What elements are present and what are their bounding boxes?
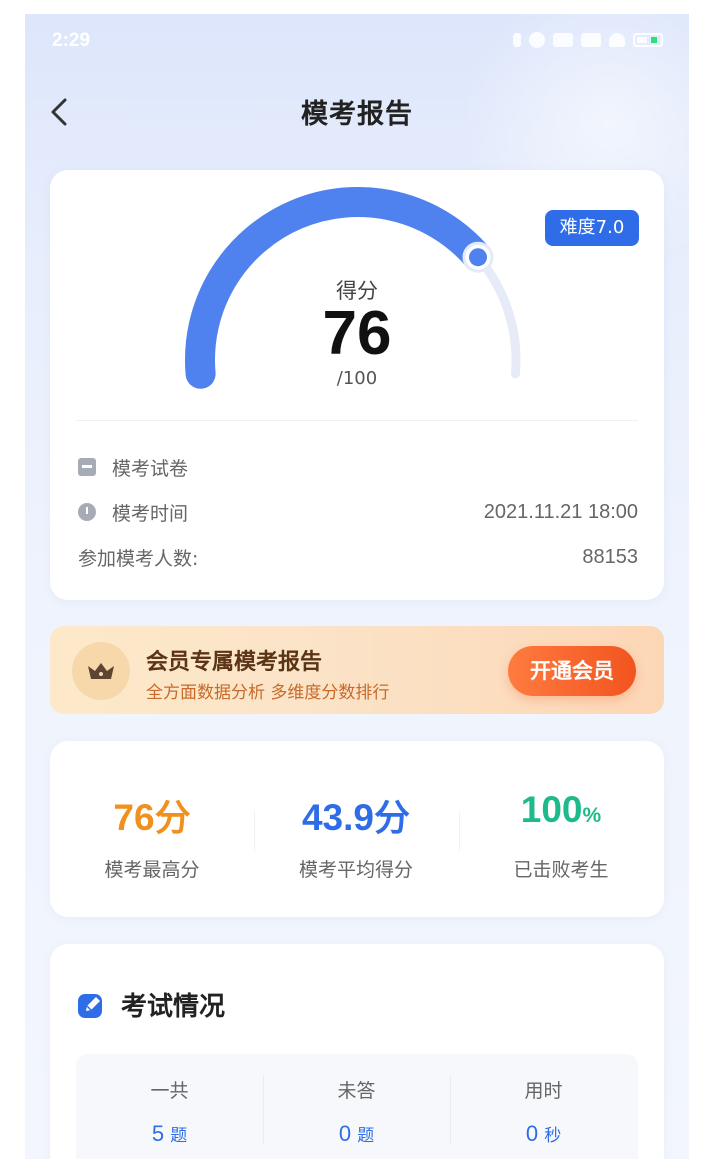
score-total: /100 bbox=[336, 368, 378, 389]
vip-subtitle: 全方面数据分析 多维度分数排行 bbox=[146, 683, 390, 703]
vip-title: 会员专属模考报告 bbox=[146, 650, 323, 675]
page-title: 模考报告 bbox=[301, 99, 413, 130]
signal-icon bbox=[581, 33, 601, 47]
stat-highest: 76分 模考最高分 bbox=[50, 789, 254, 882]
signal-icon bbox=[553, 33, 573, 47]
phone-screen: 2:29 模考报告 难度7.0 得分 76 /100 模考试卷 模考时间 202… bbox=[25, 14, 689, 1159]
divider bbox=[76, 420, 638, 421]
gauge-knob-dot bbox=[469, 248, 487, 267]
exam-total: 一共 5 题 bbox=[76, 1076, 263, 1147]
stat-label: 模考最高分 bbox=[104, 859, 200, 881]
status-icons bbox=[513, 32, 663, 48]
info-label: 模考试卷 bbox=[112, 457, 189, 480]
exam-col-value: 0 秒 bbox=[525, 1121, 562, 1146]
info-row-participants: 参加模考人数: 88153 bbox=[78, 542, 638, 572]
stat-label: 已击败考生 bbox=[513, 859, 609, 881]
exam-col-value: 5 题 bbox=[151, 1121, 188, 1146]
info-value: 88153 bbox=[582, 545, 638, 568]
info-label: 参加模考人数: bbox=[78, 547, 199, 570]
clock-icon bbox=[78, 503, 96, 521]
crown-icon bbox=[88, 663, 114, 679]
battery-icon bbox=[633, 33, 663, 47]
difficulty-badge: 难度7.0 bbox=[545, 210, 639, 246]
exam-time-used: 用时 0 秒 bbox=[450, 1076, 637, 1147]
stat-defeated: 100% 已击败考生 bbox=[459, 789, 663, 882]
score-card: 难度7.0 得分 76 /100 模考试卷 模考时间 2021.11.21 18… bbox=[50, 170, 664, 600]
info-label: 模考时间 bbox=[112, 502, 189, 525]
stats-card: 76分 模考最高分 43.9分 模考平均得分 100% 已击败考生 bbox=[50, 741, 664, 917]
exam-col-label: 一共 bbox=[150, 1080, 189, 1102]
stat-value: 76分 bbox=[113, 797, 191, 838]
status-time: 2:29 bbox=[52, 30, 91, 51]
exam-unanswered: 未答 0 题 bbox=[263, 1076, 450, 1147]
crown-badge bbox=[72, 642, 130, 700]
stat-value: 100% bbox=[520, 789, 602, 830]
exam-col-label: 未答 bbox=[337, 1080, 376, 1102]
open-membership-button[interactable]: 开通会员 bbox=[508, 646, 636, 696]
exam-situation-card: 考试情况 一共 5 题 未答 0 题 用时 0 秒 bbox=[50, 944, 664, 1159]
alarm-icon bbox=[529, 32, 545, 48]
vip-banner[interactable]: 会员专属模考报告 全方面数据分析 多维度分数排行 开通会员 bbox=[50, 626, 664, 714]
edit-icon bbox=[78, 994, 102, 1018]
wifi-icon bbox=[609, 33, 625, 47]
exam-summary: 一共 5 题 未答 0 题 用时 0 秒 bbox=[76, 1054, 638, 1159]
exam-title: 考试情况 bbox=[121, 992, 226, 1022]
info-row-paper: 模考试卷 bbox=[78, 452, 638, 482]
score-value: 76 bbox=[322, 299, 392, 368]
document-icon bbox=[78, 458, 96, 476]
bluetooth-icon bbox=[513, 33, 521, 47]
stat-average: 43.9分 模考平均得分 bbox=[254, 789, 458, 882]
info-value: 2021.11.21 18:00 bbox=[483, 500, 638, 523]
stat-value: 43.9分 bbox=[301, 797, 411, 838]
stat-label: 模考平均得分 bbox=[298, 859, 413, 881]
info-row-time: 模考时间 2021.11.21 18:00 bbox=[78, 497, 638, 527]
status-bar: 2:29 bbox=[25, 14, 689, 70]
exam-col-value: 0 题 bbox=[338, 1121, 375, 1146]
exam-col-label: 用时 bbox=[524, 1080, 563, 1102]
